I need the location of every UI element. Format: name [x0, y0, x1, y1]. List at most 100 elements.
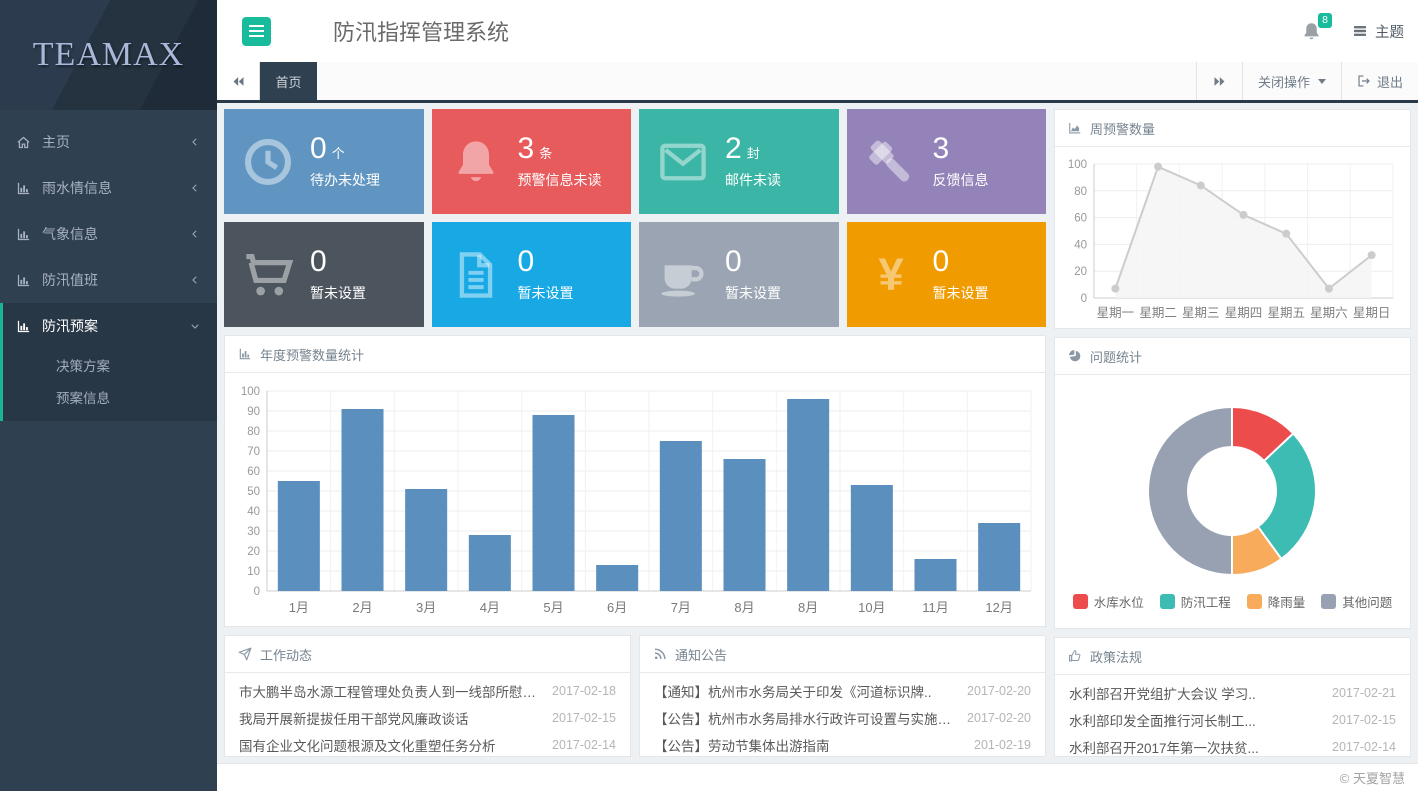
svg-text:0: 0	[254, 586, 260, 598]
weekly-line-chart[interactable]: 020406080100星期一星期二星期三星期四星期五星期六星期日	[1060, 152, 1405, 324]
legend-swatch	[1160, 594, 1175, 609]
sidebar-subitem-1[interactable]: 预案信息	[3, 381, 217, 413]
sidebar-item-3[interactable]: 防汛值班	[0, 257, 217, 303]
stat-value: 3条	[518, 134, 602, 164]
svg-text:80: 80	[247, 426, 260, 438]
close-operations-label: 关闭操作	[1258, 72, 1310, 91]
bar-10月[interactable]	[851, 485, 893, 591]
logout-button[interactable]: 退出	[1341, 62, 1418, 100]
svg-text:2月: 2月	[352, 600, 372, 615]
news-item[interactable]: 【公告】杭州市水务局排水行政许可设置与实施优..2017-02-20	[640, 704, 1045, 731]
panel-header: 政策法规	[1055, 638, 1410, 675]
chevron-left-icon	[189, 228, 201, 240]
sidebar-group-0: 主页	[0, 119, 217, 165]
stat-label: 暂未设置	[933, 283, 989, 303]
menu-toggle-button[interactable]	[242, 17, 271, 46]
yearly-bar-chart[interactable]: 01020304050607080901001月2月3月4月5月6月7月8月8月…	[231, 379, 1039, 621]
legend-swatch	[1321, 594, 1336, 609]
brand-logo[interactable]: TEAMAX	[0, 0, 217, 110]
stat-card-0[interactable]: 0个待办未处理	[224, 109, 424, 214]
stat-card-7[interactable]: ¥0暂未设置	[847, 222, 1047, 327]
copyright-text: © 天夏智慧	[1340, 768, 1405, 787]
svg-text:8月: 8月	[734, 600, 754, 615]
stat-cards-grid: 0个待办未处理3条预警信息未读2封邮件未读3反馈信息0暂未设置0暂未设置0暂未设…	[224, 109, 1046, 327]
stat-card-4[interactable]: 0暂未设置	[224, 222, 424, 327]
sidebar-item-label: 防汛值班	[42, 270, 98, 290]
svg-text:10: 10	[247, 566, 260, 578]
news-item-date: 201-02-19	[974, 738, 1031, 752]
close-operations-dropdown[interactable]: 关闭操作	[1242, 62, 1341, 100]
stat-label: 暂未设置	[725, 283, 781, 303]
news-item-date: 2017-02-15	[1332, 713, 1396, 727]
sidebar-item-1[interactable]: 雨水情信息	[0, 165, 217, 211]
weekly-warning-panel: 周预警数量 020406080100星期一星期二星期三星期四星期五星期六星期日	[1054, 109, 1411, 329]
tab-home[interactable]: 首页	[260, 62, 317, 100]
svg-text:星期六: 星期六	[1310, 306, 1348, 320]
legend-item-3[interactable]: 其他问题	[1321, 592, 1392, 611]
dashboard-content: 0个待办未处理3条预警信息未读2封邮件未读3反馈信息0暂未设置0暂未设置0暂未设…	[217, 103, 1418, 763]
stat-label: 暂未设置	[518, 283, 574, 303]
news-item[interactable]: 【通知】杭州市水务局关于印发《河道标识牌..2017-02-20	[640, 677, 1045, 704]
bar-1月[interactable]	[278, 481, 320, 591]
yearly-warning-panel: 年度预警数量统计 01020304050607080901001月2月3月4月5…	[224, 335, 1046, 627]
chevron-down-icon	[189, 320, 201, 332]
bar-12月[interactable]	[978, 523, 1020, 591]
news-list: 【通知】杭州市水务局关于印发《河道标识牌..2017-02-20【公告】杭州市水…	[640, 673, 1045, 762]
news-item[interactable]: 市大鹏半岛水源工程管理处负责人到一线部所慰问新春2017-02-18	[225, 677, 630, 704]
yen-icon: ¥	[865, 249, 917, 301]
donut-segment-其他问题[interactable]	[1148, 407, 1232, 575]
news-item[interactable]: 水利部召开党组扩大会议 学习..2017-02-21	[1055, 679, 1410, 706]
sidebar-subitem-0[interactable]: 决策方案	[3, 349, 217, 381]
chevron-left-icon	[189, 274, 201, 286]
news-item-date: 2017-02-21	[1332, 686, 1396, 700]
news-item[interactable]: 水利部印发全面推行河长制工...2017-02-15	[1055, 706, 1410, 733]
bar-11月[interactable]	[914, 559, 956, 591]
stat-card-5[interactable]: 0暂未设置	[432, 222, 632, 327]
legend-item-2[interactable]: 降雨量	[1247, 592, 1306, 611]
bar-3月[interactable]	[405, 489, 447, 591]
stat-card-6[interactable]: 0暂未设置	[639, 222, 839, 327]
bar-chart-icon	[238, 347, 252, 361]
stat-card-1[interactable]: 3条预警信息未读	[432, 109, 632, 214]
panel-title: 工作动态	[260, 645, 312, 664]
legend-swatch	[1073, 594, 1088, 609]
bar-6月[interactable]	[596, 565, 638, 591]
sidebar-item-4[interactable]: 防汛预案	[3, 303, 217, 349]
home-icon	[16, 135, 31, 150]
issue-donut-chart[interactable]	[1060, 392, 1405, 590]
svg-text:0: 0	[1081, 293, 1087, 305]
bar-4月[interactable]	[469, 535, 511, 591]
tabs-scroll-left-button[interactable]	[217, 62, 260, 100]
bar-7月[interactable]	[660, 441, 702, 591]
bar-5月[interactable]	[532, 415, 574, 591]
paper-plane-icon	[238, 647, 252, 661]
legend-item-0[interactable]: 水库水位	[1073, 592, 1144, 611]
news-item[interactable]: 水利部召开2017年第一次扶贫...2017-02-14	[1055, 733, 1410, 760]
stat-info: 3条预警信息未读	[518, 134, 602, 190]
news-item[interactable]: 国有企业文化问题根源及文化重塑任务分析2017-02-14	[225, 731, 630, 758]
news-item[interactable]: 我局开展新提拔任用干部党风廉政谈话2017-02-15	[225, 704, 630, 731]
news-item-date: 2017-02-14	[1332, 740, 1396, 754]
stat-card-2[interactable]: 2封邮件未读	[639, 109, 839, 214]
svg-text:30: 30	[247, 526, 260, 538]
news-panel-0: 工作动态市大鹏半岛水源工程管理处负责人到一线部所慰问新春2017-02-18我局…	[224, 635, 631, 757]
donut-legend: 水库水位防汛工程降雨量其他问题	[1073, 592, 1393, 611]
bar-8月[interactable]	[723, 459, 765, 591]
sidebar-nav: 主页雨水情信息气象信息防汛值班防汛预案决策方案预案信息	[0, 110, 217, 421]
legend-item-1[interactable]: 防汛工程	[1160, 592, 1231, 611]
thumbs-up-icon	[1068, 649, 1082, 663]
bar-8月[interactable]	[787, 399, 829, 591]
tabs-scroll-right-button[interactable]	[1196, 62, 1242, 100]
news-item-date: 2017-02-15	[552, 711, 616, 725]
bar-2月[interactable]	[341, 409, 383, 591]
news-item-date: 2017-02-20	[967, 684, 1031, 698]
news-item-title: 【公告】杭州市水务局排水行政许可设置与实施优..	[654, 708, 955, 728]
notifications-button[interactable]: 8	[1301, 21, 1322, 42]
sidebar-item-0[interactable]: 主页	[0, 119, 217, 165]
stat-card-3[interactable]: 3反馈信息	[847, 109, 1047, 214]
issue-donut-title: 问题统计	[1090, 347, 1142, 366]
legend-swatch	[1247, 594, 1262, 609]
theme-button[interactable]: 主题	[1352, 21, 1404, 42]
news-item[interactable]: 【公告】劳动节集体出游指南201-02-19	[640, 731, 1045, 758]
sidebar-item-2[interactable]: 气象信息	[0, 211, 217, 257]
